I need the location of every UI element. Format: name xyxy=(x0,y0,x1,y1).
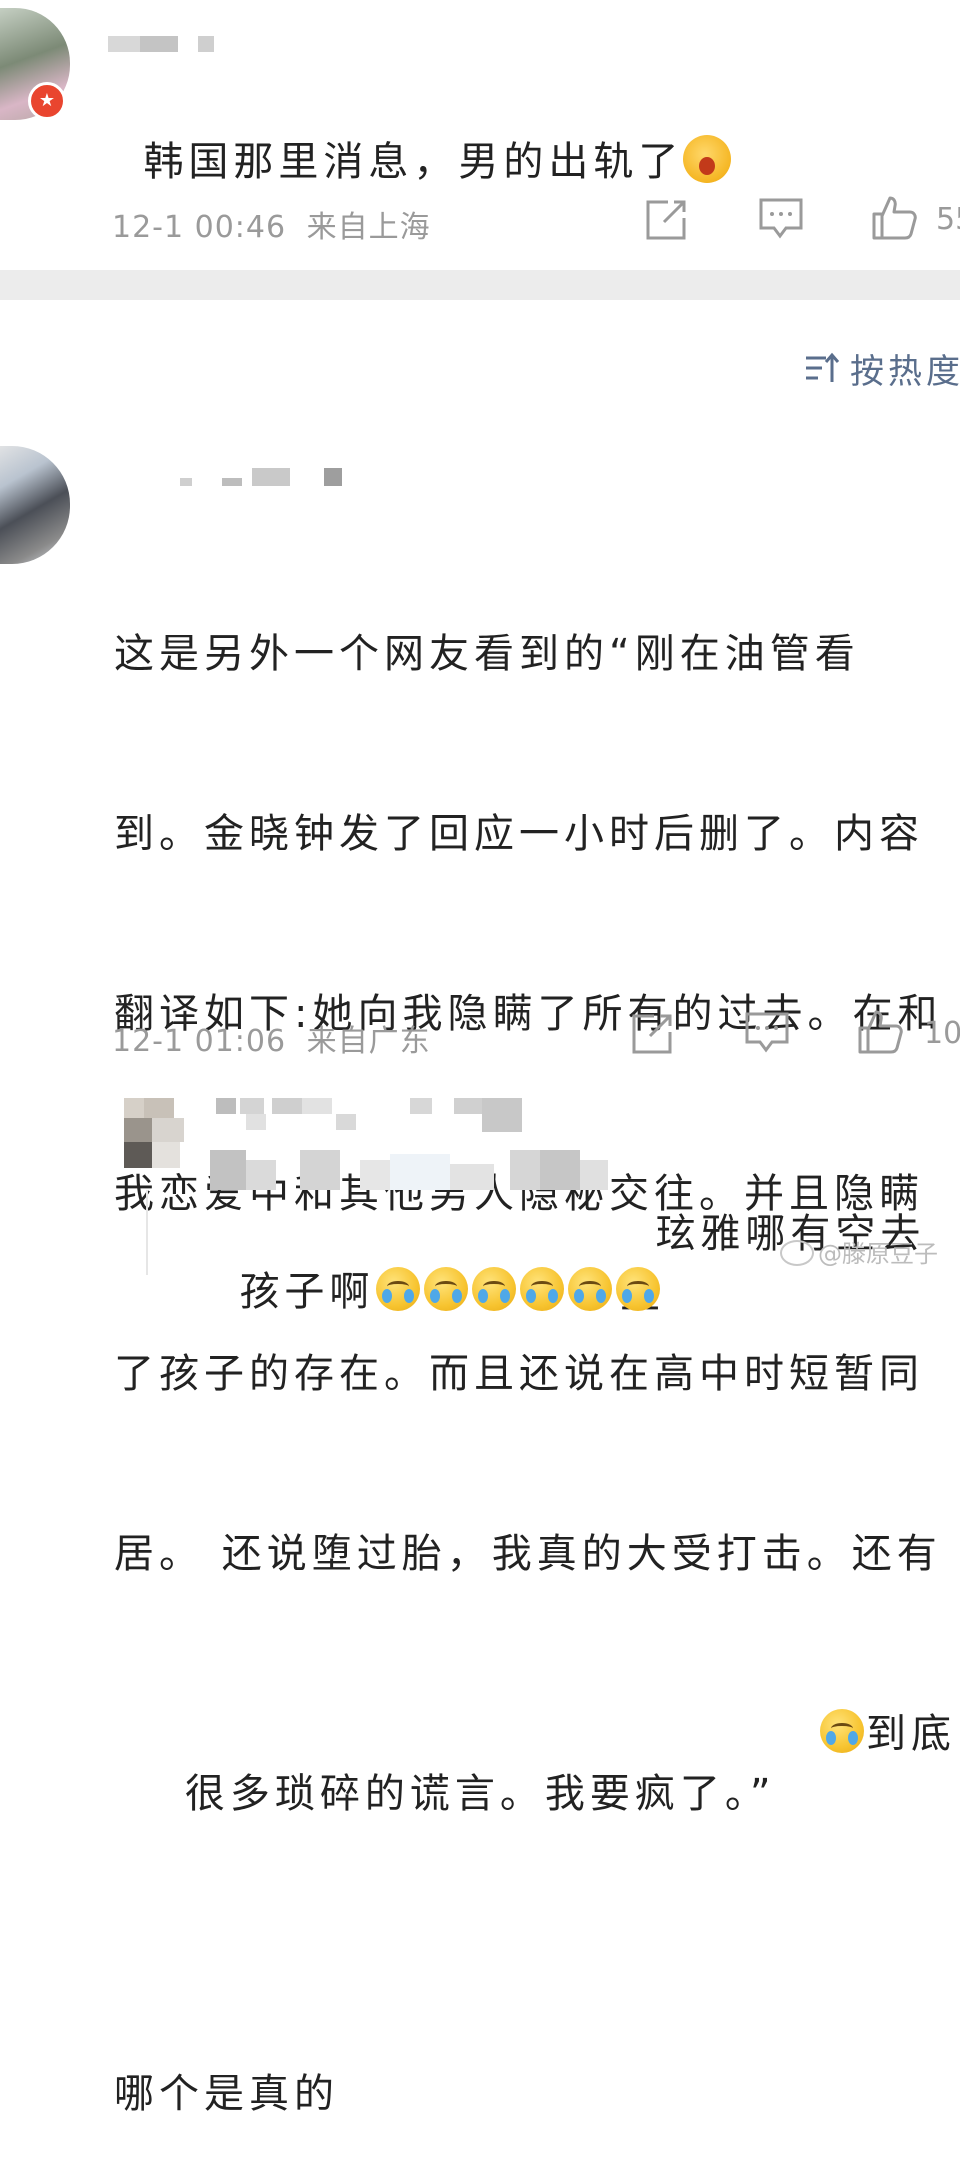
comment-line: 很多琐碎的谎言。我要疯了。” xyxy=(184,1771,776,1817)
comment-line: 了孩子的存在。而且还说在高中时短暂同 xyxy=(114,1351,924,1397)
avatar[interactable] xyxy=(0,446,70,564)
emoji-group: 到底 xyxy=(818,1704,956,1764)
comment-line: 这是另外一个网友看到的“刚在油管看 xyxy=(114,631,860,677)
comment-meta: 12-1 00:46 来自上海 xyxy=(112,202,431,246)
username-blurred[interactable] xyxy=(108,36,218,54)
like-icon[interactable] xyxy=(870,194,918,242)
like-count: 55 xyxy=(936,202,960,237)
yawn-emoji-icon xyxy=(683,135,732,183)
comment-body: 韩国那里消息，男的出轨了 xyxy=(143,139,684,185)
comment-line: 到。金晓钟发了回应一小时后删了。内容 xyxy=(114,811,924,857)
reply-text-line2: 孩子啊 xyxy=(204,1202,662,1322)
share-icon[interactable] xyxy=(644,198,688,242)
comment-location: 来自广东 xyxy=(306,1024,431,1059)
comment-text: 这是另外一个网友看到的“刚在油管看 到。金晓钟发了回应一小时后删了。内容 翻译如… xyxy=(114,504,951,2184)
reply-line: 孩子啊 xyxy=(239,1269,375,1315)
comment-line: 哪个是真的 xyxy=(114,2071,339,2117)
crying-laugh-emoji-icon xyxy=(520,1267,565,1311)
crying-laugh-emoji-icon xyxy=(472,1267,517,1311)
like-count: 107 xyxy=(924,1016,960,1051)
section-divider xyxy=(0,270,960,300)
comment-meta: 12-1 01:06 来自广东 xyxy=(112,1016,431,1060)
crying-laugh-emoji-icon xyxy=(376,1267,421,1311)
share-icon[interactable] xyxy=(630,1012,674,1056)
reply-blurred-text xyxy=(210,1150,620,1196)
comment-line: 居。 还说堕过胎，我真的大受打击。还有 xyxy=(114,1531,942,1577)
comment-line-with-emoji: 很多琐碎的谎言。我要疯了。” 到底 xyxy=(114,1704,951,1944)
comment-line: 到底 xyxy=(866,1711,956,1757)
watermark-text: @滕原豆子 xyxy=(818,1240,938,1268)
reply-thread-line xyxy=(146,1190,148,1275)
weibo-logo-icon xyxy=(780,1240,814,1266)
comment-time: 12-1 01:06 xyxy=(112,1024,287,1059)
comment-time: 12-1 00:46 xyxy=(112,210,287,245)
crying-laugh-emoji-icon xyxy=(616,1267,661,1311)
watermark: @滕原豆子 xyxy=(780,1234,938,1269)
reply-username-blurred[interactable] xyxy=(216,1098,526,1132)
crying-laugh-emoji-icon xyxy=(820,1709,864,1753)
reply-avatar-blurred[interactable] xyxy=(110,1098,200,1178)
comment-location: 来自上海 xyxy=(306,210,431,245)
crying-laugh-emoji-icon xyxy=(568,1267,613,1311)
comment-icon[interactable] xyxy=(758,196,804,242)
comment-text: 韩国那里消息，男的出轨了 xyxy=(108,72,732,192)
sort-icon xyxy=(806,352,840,382)
like-icon[interactable] xyxy=(856,1008,904,1056)
comment-icon[interactable] xyxy=(744,1010,790,1056)
sort-label: 按热度 xyxy=(850,352,960,392)
vip-badge-icon: ★ xyxy=(28,82,66,120)
username-blurred[interactable] xyxy=(180,468,350,488)
crying-laugh-emoji-icon xyxy=(424,1267,469,1311)
